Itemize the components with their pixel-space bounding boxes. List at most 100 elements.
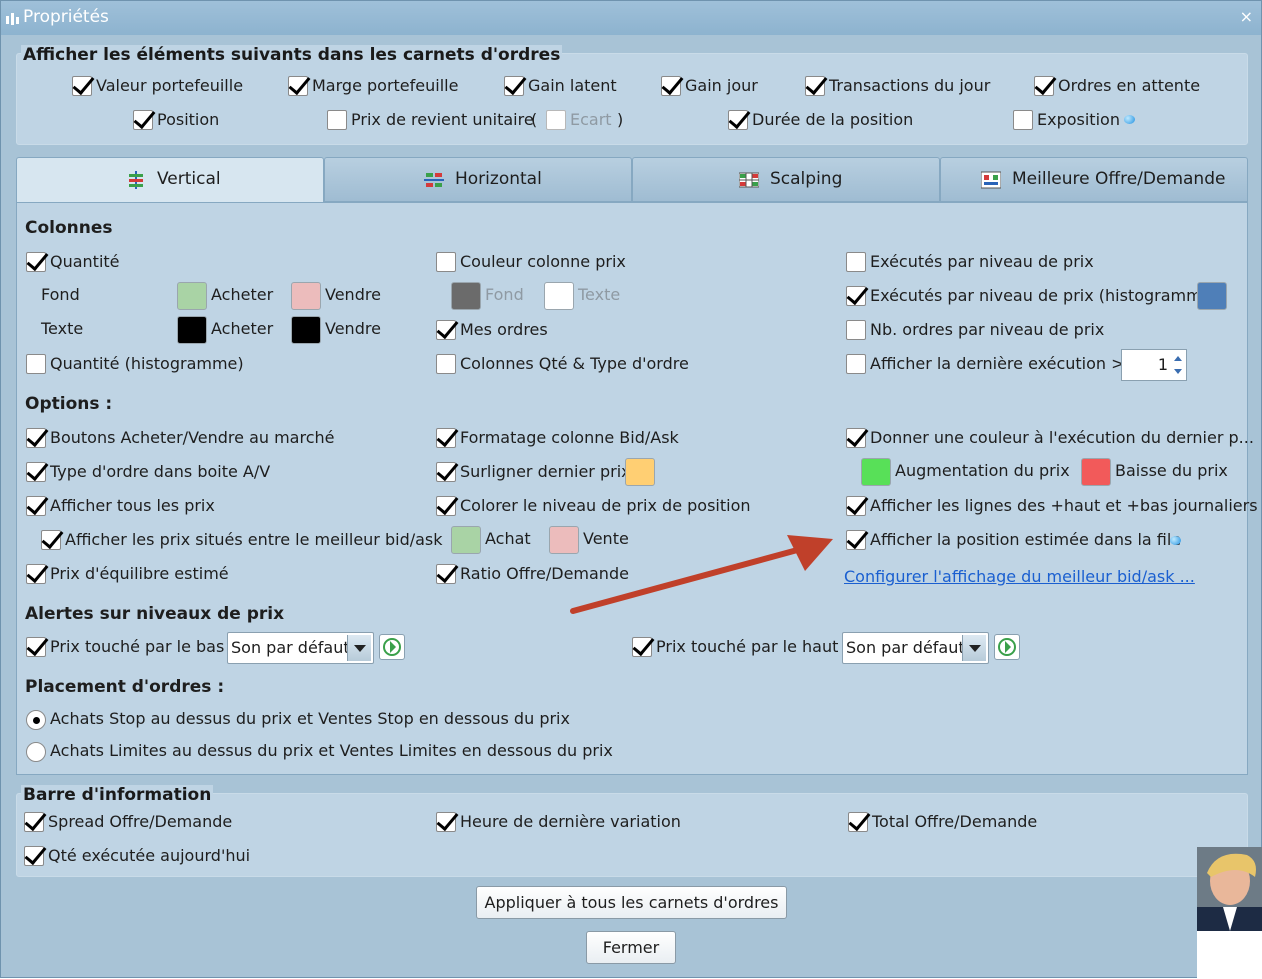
position-checkbox[interactable] <box>133 110 153 130</box>
prix-haut-label: Prix touché par le haut <box>656 637 839 656</box>
placement-heading: Placement d'ordres : <box>25 677 225 697</box>
options-heading: Options : <box>25 394 113 414</box>
quantite-checkbox[interactable] <box>26 252 46 272</box>
total-offre-demande-checkbox[interactable] <box>848 812 868 832</box>
play-sound-bas-button[interactable] <box>379 634 405 660</box>
quantite-histogramme-checkbox[interactable] <box>26 354 46 374</box>
play-sound-haut-button[interactable] <box>994 634 1020 660</box>
formatage-bid-ask-checkbox[interactable] <box>436 428 456 448</box>
display-group <box>16 53 1248 145</box>
transactions-jour-label: Transactions du jour <box>829 76 991 95</box>
configurer-bid-ask-link[interactable]: Configurer l'affichage du meilleur bid/a… <box>844 567 1195 586</box>
fond-prix-label: Fond <box>485 285 524 304</box>
spin-up-icon[interactable] <box>1172 353 1184 365</box>
best-bid-ask-icon <box>980 171 1002 189</box>
valeur-portefeuille-label: Valeur portefeuille <box>96 76 244 95</box>
colonnes-qte-type-label: Colonnes Qté & Type d'ordre <box>460 354 689 373</box>
fond-acheter-swatch[interactable] <box>177 282 207 310</box>
executes-histogramme-checkbox[interactable] <box>846 286 866 306</box>
tab-vertical[interactable]: Vertical <box>16 157 324 204</box>
placement-stop-label: Achats Stop au dessus du prix et Ventes … <box>50 709 570 728</box>
type-ordre-checkbox[interactable] <box>26 462 46 482</box>
ratio-offre-demande-checkbox[interactable] <box>436 564 456 584</box>
heure-variation-checkbox[interactable] <box>436 812 456 832</box>
fermer-button[interactable]: Fermer <box>586 931 676 964</box>
mes-ordres-checkbox[interactable] <box>436 320 456 340</box>
exposition-checkbox[interactable] <box>1013 110 1033 130</box>
gain-jour-label: Gain jour <box>685 76 758 95</box>
position-label: Position <box>157 110 220 129</box>
surligner-dernier-prix-checkbox[interactable] <box>436 462 456 482</box>
achat-color-swatch[interactable] <box>451 526 481 554</box>
spin-down-icon[interactable] <box>1172 366 1184 378</box>
colorer-niveau-position-checkbox[interactable] <box>436 496 456 516</box>
chevron-down-icon[interactable] <box>347 635 371 661</box>
prix-equilibre-checkbox[interactable] <box>26 564 46 584</box>
qte-executee-checkbox[interactable] <box>24 846 44 866</box>
position-file-info-icon[interactable] <box>1170 536 1181 545</box>
ordres-attente-checkbox[interactable] <box>1034 76 1054 96</box>
tab-best-bid-ask-label: Meilleure Offre/Demande <box>1012 169 1226 189</box>
app-icon <box>5 11 21 25</box>
prix-haut-checkbox[interactable] <box>632 637 652 657</box>
derniere-execution-spinner[interactable]: 1 <box>1121 349 1187 381</box>
gain-jour-checkbox[interactable] <box>661 76 681 96</box>
valeur-portefeuille-checkbox[interactable] <box>72 76 92 96</box>
avatar <box>1197 847 1262 979</box>
placement-limites-radio[interactable] <box>26 742 46 762</box>
boutons-marche-checkbox[interactable] <box>26 428 46 448</box>
sound-haut-select[interactable]: Son par défaut <box>842 632 989 664</box>
executes-histogramme-label: Exécutés par niveau de prix (histogramme… <box>870 286 1218 305</box>
donner-couleur-checkbox[interactable] <box>846 428 866 448</box>
position-file-checkbox[interactable] <box>846 530 866 550</box>
couleur-colonne-prix-label: Couleur colonne prix <box>460 252 626 271</box>
prix-revient-label: Prix de revient unitaire <box>351 110 534 129</box>
sound-bas-value: Son par défaut <box>231 638 350 657</box>
nb-ordres-checkbox[interactable] <box>846 320 866 340</box>
executes-niveau-checkbox[interactable] <box>846 252 866 272</box>
tab-best-bid-ask[interactable]: Meilleure Offre/Demande <box>940 157 1248 202</box>
histogram-color-swatch[interactable] <box>1197 282 1227 310</box>
duree-position-label: Durée de la position <box>752 110 914 129</box>
prix-entre-bid-ask-checkbox[interactable] <box>41 530 61 550</box>
qte-executee-label: Qté exécutée aujourd'hui <box>48 846 251 865</box>
texte-acheter-swatch[interactable] <box>177 316 207 344</box>
lignes-haut-bas-checkbox[interactable] <box>846 496 866 516</box>
augmentation-color-swatch[interactable] <box>861 458 891 486</box>
surligner-color-swatch[interactable] <box>625 458 655 486</box>
boutons-marche-label: Boutons Acheter/Vendre au marché <box>50 428 335 447</box>
close-icon[interactable]: × <box>1240 7 1253 26</box>
alertes-heading: Alertes sur niveaux de prix <box>25 604 285 624</box>
nb-ordres-label: Nb. ordres par niveau de prix <box>870 320 1105 339</box>
marge-portefeuille-checkbox[interactable] <box>288 76 308 96</box>
exposition-info-icon[interactable] <box>1124 115 1135 124</box>
couleur-colonne-prix-checkbox[interactable] <box>436 252 456 272</box>
lignes-haut-bas-label: Afficher les lignes des +haut et +bas jo… <box>870 496 1258 515</box>
donner-couleur-label: Donner une couleur à l'exécution du dern… <box>870 428 1254 447</box>
gain-latent-checkbox[interactable] <box>504 76 524 96</box>
prix-bas-checkbox[interactable] <box>26 637 46 657</box>
augmentation-label: Augmentation du prix <box>895 461 1070 480</box>
sound-haut-value: Son par défaut <box>846 638 965 657</box>
derniere-execution-checkbox[interactable] <box>846 354 866 374</box>
tab-scalping[interactable]: Scalping <box>632 157 940 202</box>
heure-variation-label: Heure de dernière variation <box>460 812 681 831</box>
fond-vendre-swatch[interactable] <box>291 282 321 310</box>
quantite-histogramme-label: Quantité (histogramme) <box>50 354 244 373</box>
tab-horizontal[interactable]: Horizontal <box>324 157 632 202</box>
spread-checkbox[interactable] <box>24 812 44 832</box>
colonnes-qte-type-checkbox[interactable] <box>436 354 456 374</box>
afficher-tous-prix-checkbox[interactable] <box>26 496 46 516</box>
texte-vendre-swatch[interactable] <box>291 316 321 344</box>
duree-position-checkbox[interactable] <box>728 110 748 130</box>
achat-label: Achat <box>485 529 531 548</box>
chevron-down-icon[interactable] <box>962 635 986 661</box>
prix-equilibre-label: Prix d'équilibre estimé <box>50 564 229 583</box>
baisse-color-swatch[interactable] <box>1081 458 1111 486</box>
apply-all-button[interactable]: Appliquer à tous les carnets d'ordres <box>476 886 787 919</box>
position-file-label: Afficher la position estimée dans la fil… <box>870 530 1182 549</box>
transactions-jour-checkbox[interactable] <box>805 76 825 96</box>
prix-revient-checkbox[interactable] <box>327 110 347 130</box>
placement-stop-radio[interactable] <box>26 710 46 730</box>
sound-bas-select[interactable]: Son par défaut <box>227 632 374 664</box>
